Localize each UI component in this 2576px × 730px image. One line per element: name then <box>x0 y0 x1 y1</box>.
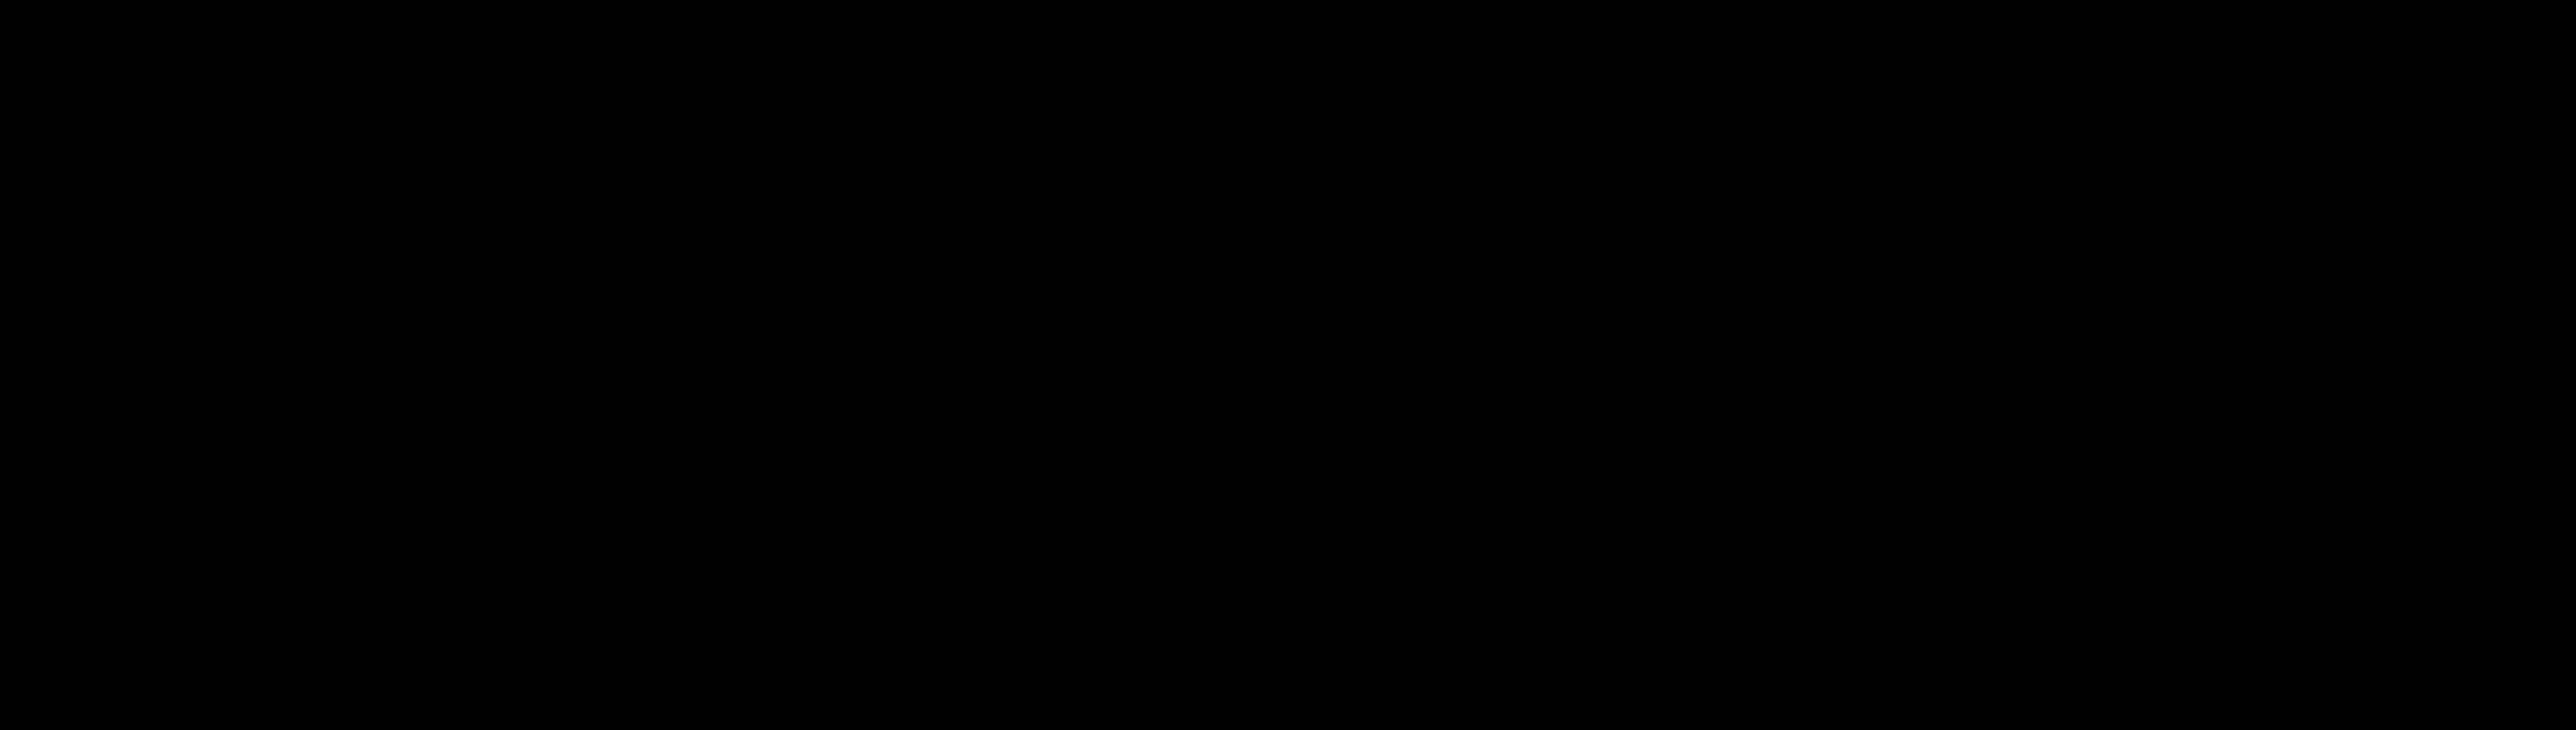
heatmap-canvas <box>0 0 2576 730</box>
colorbar <box>2507 42 2526 704</box>
ceilometer-quicklook <box>0 0 2576 730</box>
